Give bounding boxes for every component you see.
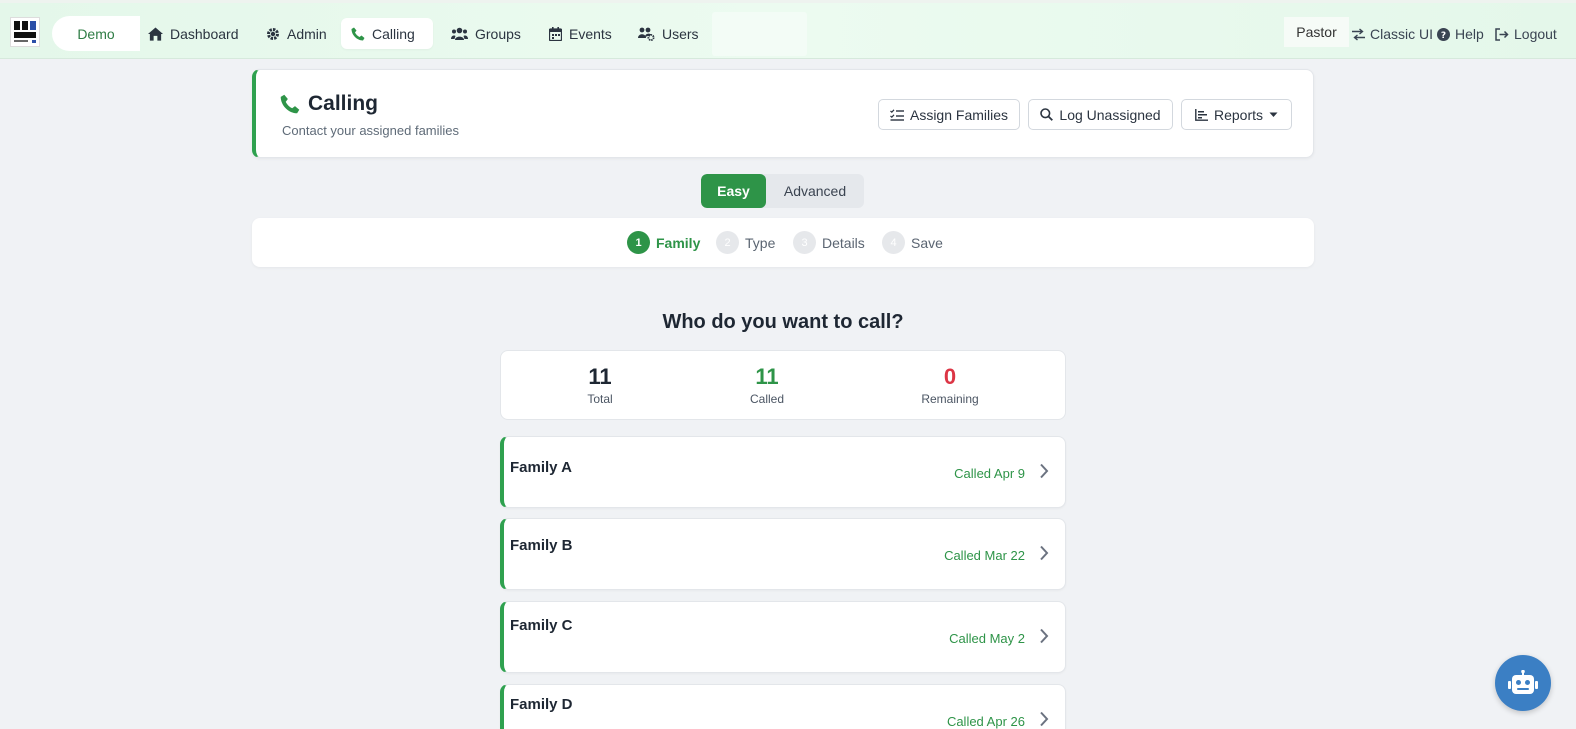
step-save[interactable]: 4 Save [882, 231, 943, 254]
stat-called: 11 Called [707, 364, 827, 407]
svg-text:?: ? [1441, 31, 1446, 41]
nav-dashboard-label: Dashboard [170, 25, 239, 42]
nav-groups[interactable]: Groups [441, 18, 531, 49]
mode-toggle: Easy Advanced [701, 174, 864, 208]
page-title: Calling [280, 92, 378, 116]
logout-link[interactable]: Logout [1495, 23, 1557, 45]
step-details[interactable]: 3 Details [793, 231, 865, 254]
classic-ui-link[interactable]: Classic UI [1352, 23, 1433, 45]
page-title-text: Calling [308, 92, 379, 115]
step-label: Family [656, 234, 701, 251]
swap-arrows-icon [1352, 27, 1365, 41]
logo-mark-icon [14, 21, 36, 43]
call-stats-card: 11 Total 11 Called 0 Remaining [500, 350, 1066, 420]
family-card[interactable]: Family B Called Mar 22 [500, 518, 1066, 590]
stat-total: 11 Total [540, 364, 660, 407]
reports-dropdown-button[interactable]: Reports [1181, 99, 1292, 130]
page-subtitle: Contact your assigned families [282, 123, 460, 138]
home-icon [148, 26, 163, 41]
nav-calling[interactable]: Calling [341, 18, 433, 49]
org-selector[interactable]: Demo [52, 16, 140, 51]
step-number: 1 [627, 231, 650, 254]
phone-icon [351, 27, 365, 40]
gear-icon [267, 27, 279, 40]
caret-down-icon [1269, 112, 1278, 117]
family-call-status: Called Apr 9 [954, 466, 1025, 481]
log-unassigned-label: Log Unassigned [1059, 106, 1161, 123]
chevron-right-icon [1040, 463, 1049, 479]
bar-chart-icon [1195, 108, 1208, 121]
top-navbar: Demo Dashboard Admin Calling Groups Even… [0, 0, 1576, 59]
page-header-card: Calling Contact your assigned families A… [252, 69, 1314, 158]
phone-icon [280, 94, 300, 114]
family-card[interactable]: Family D Called Apr 26 [500, 684, 1066, 729]
nav-users-label: Users [662, 25, 699, 42]
family-name: Family A [510, 459, 572, 476]
question-heading: Who do you want to call? [662, 311, 904, 333]
reports-label: Reports [1213, 106, 1264, 123]
family-card[interactable]: Family A Called Apr 9 [500, 436, 1066, 508]
logout-label: Logout [1514, 26, 1557, 42]
logout-icon [1495, 27, 1509, 41]
nav-groups-label: Groups [475, 25, 521, 42]
nav-admin[interactable]: Admin [256, 18, 337, 49]
nav-dashboard[interactable]: Dashboard [138, 18, 249, 49]
calendar-icon [549, 26, 562, 41]
family-card[interactable]: Family C Called May 2 [500, 601, 1066, 673]
help-circle-icon: ? [1437, 27, 1450, 41]
family-name: Family D [510, 696, 573, 713]
log-unassigned-button[interactable]: Log Unassigned [1028, 99, 1173, 130]
users-gear-icon [638, 27, 655, 41]
role-indicator[interactable]: Pastor [1284, 17, 1349, 47]
mode-easy-button[interactable]: Easy [701, 174, 766, 208]
step-number: 3 [793, 231, 816, 254]
stat-total-value: 11 [588, 364, 612, 389]
wizard-stepper: 1 Family 2 Type 3 Details 4 Save [252, 218, 1314, 267]
mode-advanced-button[interactable]: Advanced [766, 174, 864, 208]
step-type[interactable]: 2 Type [716, 231, 775, 254]
stat-remaining: 0 Remaining [890, 364, 1010, 407]
stat-remaining-value: 0 [943, 364, 957, 389]
step-label: Save [911, 234, 943, 251]
users-group-icon [451, 27, 468, 40]
step-label: Type [745, 234, 776, 251]
nav-events[interactable]: Events [539, 18, 622, 49]
family-call-status: Called May 2 [949, 631, 1025, 646]
nav-placeholder [712, 12, 807, 56]
family-call-status: Called Apr 26 [946, 714, 1025, 729]
nav-events-label: Events [569, 25, 612, 42]
assistant-bot-button[interactable] [1495, 655, 1551, 711]
assign-families-label: Assign Families [909, 106, 1009, 123]
step-family[interactable]: 1 Family [627, 231, 700, 254]
search-icon [1040, 108, 1054, 121]
assign-families-button[interactable]: Assign Families [878, 99, 1020, 130]
chevron-right-icon [1040, 545, 1049, 561]
chevron-right-icon [1040, 628, 1049, 644]
family-call-status: Called Mar 22 [944, 548, 1025, 563]
step-label: Details [822, 234, 865, 251]
step-number: 4 [882, 231, 905, 254]
nav-users[interactable]: Users [628, 18, 709, 49]
step-number: 2 [716, 231, 739, 254]
nav-calling-label: Calling [372, 25, 415, 42]
nav-admin-label: Admin [287, 25, 327, 42]
help-label: Help [1455, 26, 1484, 42]
stat-remaining-label: Remaining [921, 392, 979, 406]
robot-icon [1508, 670, 1538, 694]
classic-ui-label: Classic UI [1370, 26, 1434, 42]
stat-called-value: 11 [755, 364, 779, 389]
stat-total-label: Total [587, 392, 613, 406]
chevron-right-icon [1040, 711, 1049, 727]
list-check-icon [890, 108, 904, 121]
app-logo[interactable] [10, 17, 40, 47]
family-name: Family C [510, 617, 573, 634]
help-link[interactable]: ? Help [1437, 23, 1484, 45]
stat-called-label: Called [749, 392, 785, 406]
family-name: Family B [510, 537, 573, 554]
